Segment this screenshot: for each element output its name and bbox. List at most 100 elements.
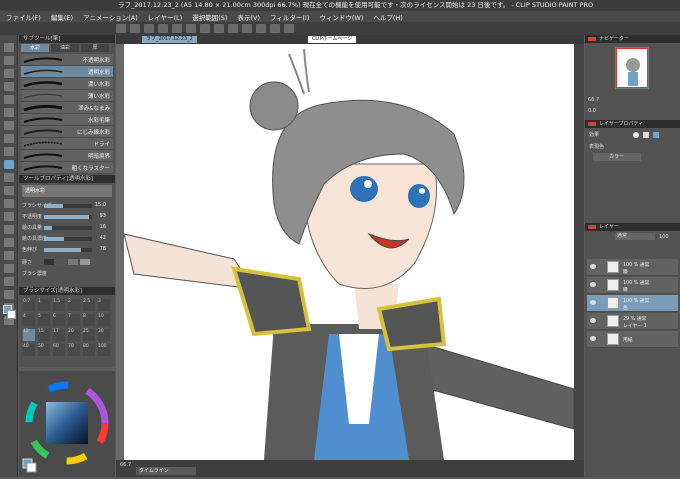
brush-size-preset-selected[interactable]: 12 xyxy=(23,329,35,341)
frame-tool-icon[interactable] xyxy=(4,264,14,273)
color-stretch-row[interactable]: 色伸び 78 xyxy=(22,245,112,254)
save-button[interactable] xyxy=(144,24,154,33)
hardness-row[interactable]: 硬さ xyxy=(22,258,112,267)
brush-size-preset[interactable]: 4 xyxy=(23,314,35,326)
sub-tool-tab-watercolor[interactable]: 水彩 xyxy=(21,44,49,52)
brush-size-preset[interactable]: 80 xyxy=(83,344,95,356)
eyedropper-tool-icon[interactable] xyxy=(4,121,14,130)
layer-item[interactable]: 100 % 通常 瞳 xyxy=(587,259,678,276)
brush-size-preset[interactable]: 70 xyxy=(68,344,80,356)
blend-tool-icon[interactable] xyxy=(4,212,14,221)
eye-icon[interactable] xyxy=(590,336,596,341)
eye-icon[interactable] xyxy=(590,318,596,323)
brush-item-thick-watercolor[interactable]: 濃い水彩 xyxy=(21,78,113,90)
paint-density-row[interactable]: 絵の具濃度 42 xyxy=(22,234,112,243)
brush-size-preset[interactable]: 1 xyxy=(38,299,50,311)
brush-size-preset[interactable]: 50 xyxy=(38,344,50,356)
sub-color-swatch[interactable] xyxy=(7,310,16,319)
eraser-tool-icon[interactable] xyxy=(4,199,14,208)
paint-amount-row[interactable]: 絵の具量 16 xyxy=(22,223,112,232)
open-button[interactable] xyxy=(130,24,140,33)
brush-item-blur-smudge[interactable]: 滲み&なまみ xyxy=(21,102,113,114)
snap-ruler-button[interactable] xyxy=(256,24,266,33)
brush-size-preset[interactable]: 2.5 xyxy=(83,299,95,311)
move-layer-tool-icon[interactable] xyxy=(4,82,14,91)
fill-button[interactable] xyxy=(200,24,210,33)
eye-icon[interactable] xyxy=(590,300,596,305)
brush-size-preset[interactable]: 0.7 xyxy=(23,299,35,311)
snap-grid-button[interactable] xyxy=(270,24,280,33)
brush-size-preset[interactable]: 10 xyxy=(98,314,110,326)
auto-select-tool-icon[interactable] xyxy=(4,108,14,117)
vertical-scrollbar[interactable] xyxy=(574,44,584,460)
undo-button[interactable] xyxy=(158,24,168,33)
brush-size-preset[interactable]: 30 xyxy=(98,329,110,341)
effect-border-icon[interactable] xyxy=(633,132,639,138)
color-stretch-slider[interactable] xyxy=(44,248,82,252)
menu-edit[interactable]: 編集(E) xyxy=(51,12,73,22)
opacity-row[interactable]: 不透明度 93 xyxy=(22,212,112,221)
menu-filter[interactable]: フィルター(I) xyxy=(270,12,309,22)
timeline-tab[interactable]: タイムライン xyxy=(136,467,196,475)
fill-tool-icon[interactable] xyxy=(4,225,14,234)
brush-item-transparent-watercolor[interactable]: 透明水彩 xyxy=(21,66,113,78)
brush-size-preset[interactable]: 20 xyxy=(68,329,80,341)
brush-item-dry[interactable]: ドライ xyxy=(21,138,113,150)
brush-item-thin-watercolor[interactable]: 薄い水彩 xyxy=(21,90,113,102)
brush-size-preset[interactable]: 7 xyxy=(68,314,80,326)
clip-studio-button[interactable] xyxy=(284,24,294,33)
move-tool-icon[interactable] xyxy=(4,56,14,65)
airbrush-tool-icon[interactable] xyxy=(4,173,14,182)
brush-size-preset[interactable]: 60 xyxy=(53,344,65,356)
figure-tool-icon[interactable] xyxy=(4,251,14,260)
layer-item[interactable]: 29 % 通常 レイヤー 1 xyxy=(587,313,678,330)
menu-window[interactable]: ウィンドウ(W) xyxy=(319,12,363,22)
menu-animation[interactable]: アニメーション(A) xyxy=(83,12,138,22)
selection-tool-icon[interactable] xyxy=(4,95,14,104)
paint-density-slider[interactable] xyxy=(44,237,65,241)
brush-item-light-dark[interactable]: 明暗境界 xyxy=(21,150,113,162)
paint-amount-slider[interactable] xyxy=(44,226,52,230)
transform-button[interactable] xyxy=(214,24,224,33)
drawing-canvas[interactable] xyxy=(124,44,574,460)
brush-density-row[interactable]: ブラシ濃度 xyxy=(22,269,112,278)
opacity-slider[interactable] xyxy=(44,215,89,219)
color-wheel[interactable] xyxy=(19,371,115,477)
menu-layer[interactable]: レイヤー(L) xyxy=(148,12,183,22)
invert-selection-button[interactable] xyxy=(242,24,252,33)
operation-tool-icon[interactable] xyxy=(4,69,14,78)
brush-item-rough[interactable]: 粗くなラスター xyxy=(21,162,113,174)
navigator-thumbnail[interactable] xyxy=(615,47,649,89)
clip-home-link[interactable]: CLIPホームページ xyxy=(307,36,357,43)
layer-item[interactable]: 用紙 xyxy=(587,331,678,348)
menu-selection[interactable]: 選択範囲(S) xyxy=(192,12,227,22)
brush-size-preset[interactable]: 2 xyxy=(68,299,80,311)
eye-icon[interactable] xyxy=(590,264,596,269)
brush-size-slider[interactable] xyxy=(44,204,64,208)
display-color-select[interactable]: カラー xyxy=(593,153,641,161)
pen-tool-icon[interactable] xyxy=(4,134,14,143)
brush-item-watercolor-brush[interactable]: 水彩毛筆 xyxy=(21,114,113,126)
brush-size-preset[interactable]: 6 xyxy=(53,314,65,326)
brush-size-preset[interactable]: 5 xyxy=(38,314,50,326)
canvas-tab[interactable]: ラフ_2017.12.23_2 xyxy=(142,36,197,43)
clear-button[interactable] xyxy=(186,24,196,33)
sub-tool-tab-thick[interactable]: 厚 xyxy=(81,44,109,52)
menu-help[interactable]: ヘルプ(H) xyxy=(373,12,402,22)
brush-size-preset[interactable]: 25 xyxy=(83,329,95,341)
blend-mode-select[interactable]: 通常 xyxy=(615,233,655,240)
brush-size-preset[interactable]: 40 xyxy=(23,344,35,356)
layer-item[interactable]: 100 % 通常 縁 xyxy=(587,277,678,294)
menu-file[interactable]: ファイル(F) xyxy=(6,12,41,22)
brush-size-preset[interactable]: 17 xyxy=(53,329,65,341)
deselect-button[interactable] xyxy=(228,24,238,33)
brush-size-row[interactable]: ブラシサイズ 15.0 xyxy=(22,201,112,210)
ruler-tool-icon[interactable] xyxy=(4,277,14,286)
redo-button[interactable] xyxy=(172,24,182,33)
new-file-button[interactable] xyxy=(116,24,126,33)
zoom-tool-icon[interactable] xyxy=(4,43,14,52)
brush-size-preset[interactable]: 1.5 xyxy=(53,299,65,311)
brush-size-preset[interactable]: 8 xyxy=(83,314,95,326)
menu-view[interactable]: 表示(V) xyxy=(237,12,260,22)
brush-tool-icon[interactable] xyxy=(4,160,14,169)
